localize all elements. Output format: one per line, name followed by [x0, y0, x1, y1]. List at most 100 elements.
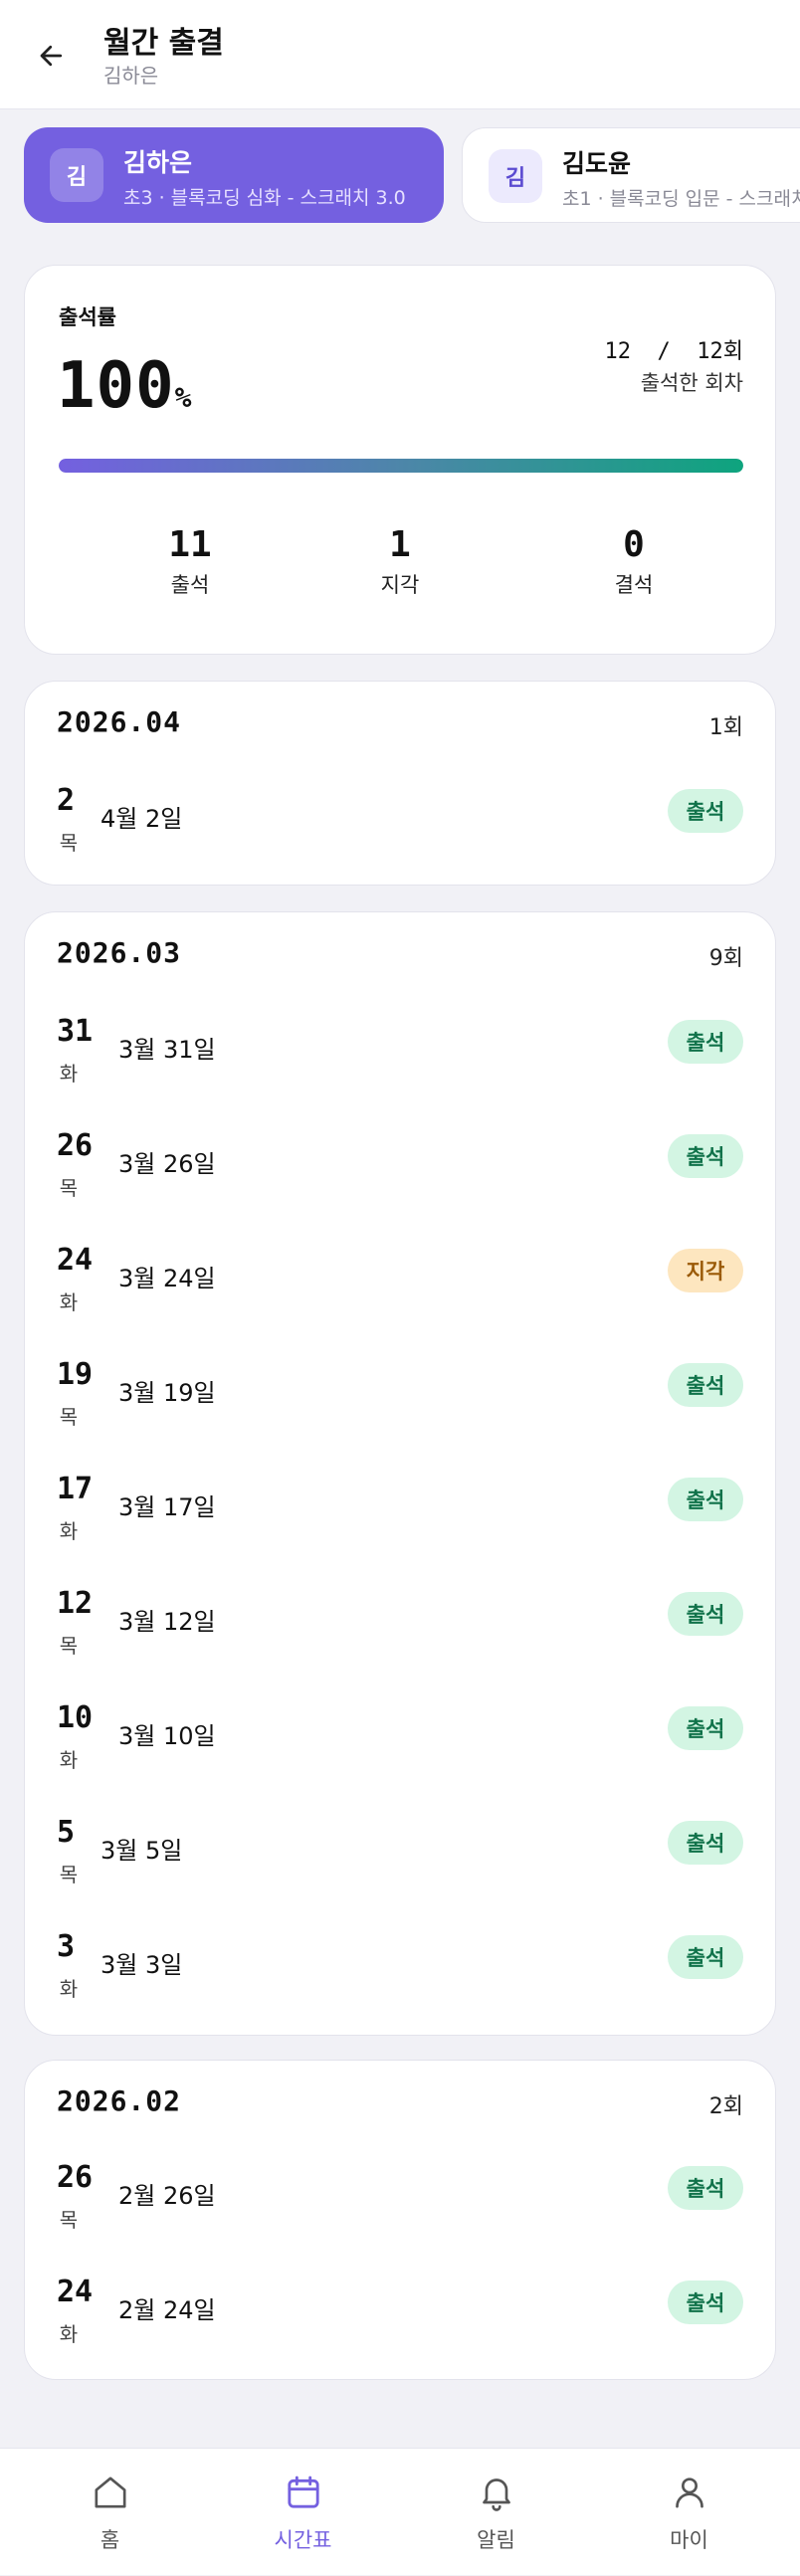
row-weekday: 화	[59, 1748, 79, 1772]
attendance-row[interactable]: 26 목 2월 26일 출석	[25, 2160, 775, 2242]
home-icon	[95, 2477, 126, 2508]
nav-label: 마이	[670, 2528, 708, 2552]
nav-home[interactable]: 홈	[10, 2449, 210, 2576]
attendance-row[interactable]: 12 목 3월 12일 출석	[25, 1586, 775, 1668]
page-title: 월간 출결	[103, 26, 224, 61]
row-date: 2월 26일	[118, 2182, 216, 2210]
back-button[interactable]	[26, 30, 78, 82]
row-date: 3월 5일	[100, 1837, 183, 1865]
row-weekday: 목	[59, 831, 79, 855]
rate-label: 출석률	[59, 305, 116, 329]
stat-present: 11 출석	[110, 524, 270, 599]
status-badge: 출석	[668, 1935, 743, 1979]
row-day: 3	[57, 1929, 76, 1964]
attendance-row[interactable]: 5 목 3월 5일 출석	[25, 1815, 775, 1896]
stat-label: 출석	[170, 573, 210, 597]
status-badge: 출석	[668, 1363, 743, 1407]
nav-notifications[interactable]: 알림	[396, 2449, 596, 2576]
month-title: 2026.04	[57, 705, 182, 738]
row-day: 10	[57, 1700, 94, 1735]
status-badge: 출석	[668, 1706, 743, 1750]
user-icon	[676, 2477, 703, 2508]
row-date: 3월 12일	[118, 1608, 216, 1636]
stat-value: 0	[623, 524, 645, 565]
attendance-row[interactable]: 3 화 3월 3일 출석	[25, 1929, 775, 2011]
status-badge: 출석	[668, 1592, 743, 1636]
student-class: 초3 · 블록코딩 심화 - 스크래치 3.0	[123, 187, 406, 209]
row-day: 26	[57, 2160, 94, 2195]
student-card[interactable]: 김 김도윤 초1 · 블록코딩 입문 - 스크래치	[462, 127, 800, 223]
attended-count: 12 / 12회	[604, 339, 743, 364]
row-weekday: 목	[59, 2208, 79, 2232]
avatar: 김	[50, 148, 103, 202]
status-badge: 지각	[668, 1249, 743, 1292]
month-title: 2026.03	[57, 936, 182, 969]
row-date: 4월 2일	[100, 805, 183, 833]
row-day: 5	[57, 1815, 76, 1850]
status-badge: 출석	[668, 2166, 743, 2210]
attendance-summary-card: 출석률 100% 12 / 12회 출석한 회차 11 출석 1 지각 0 결석	[24, 265, 776, 655]
nav-timetable[interactable]: 시간표	[203, 2449, 403, 2576]
row-weekday: 화	[59, 2322, 79, 2346]
attendance-row[interactable]: 31 화 3월 31일 출석	[25, 1014, 775, 1095]
row-day: 19	[57, 1357, 94, 1392]
status-badge: 출석	[668, 1821, 743, 1865]
row-weekday: 목	[59, 1634, 79, 1658]
month-card-2026-02: 2026.02 2회 26 목 2월 26일 출석 24 화 2월 24일 출석	[24, 2060, 776, 2380]
status-badge: 출석	[668, 2280, 743, 2324]
bottom-nav: 홈 시간표 알림 마이	[0, 2448, 800, 2575]
row-date: 3월 10일	[118, 1722, 216, 1750]
nav-my[interactable]: 마이	[589, 2449, 789, 2576]
attendance-row[interactable]: 17 화 3월 17일 출석	[25, 1472, 775, 1553]
nav-label: 홈	[100, 2528, 120, 2552]
row-date: 3월 24일	[118, 1265, 216, 1292]
stat-label: 결석	[614, 573, 654, 597]
month-title: 2026.02	[57, 2084, 182, 2117]
attendance-progress-bar	[59, 459, 743, 473]
stat-absent: 0 결석	[554, 524, 713, 599]
attendance-row[interactable]: 19 목 3월 19일 출석	[25, 1357, 775, 1439]
row-date: 3월 31일	[118, 1036, 216, 1064]
month-count: 1회	[708, 715, 743, 740]
app-header: 월간 출결 김하은	[0, 0, 800, 109]
row-weekday: 화	[59, 1290, 79, 1314]
student-class: 초1 · 블록코딩 입문 - 스크래치	[562, 188, 800, 210]
attendance-row[interactable]: 2 목 4월 2일 출석	[25, 783, 775, 865]
row-weekday: 목	[59, 1176, 79, 1200]
page-subtitle: 김하은	[103, 64, 159, 88]
row-day: 12	[57, 1586, 94, 1621]
attended-count-label: 출석한 회차	[640, 371, 743, 395]
month-count: 2회	[708, 2094, 743, 2119]
rate-unit: %	[174, 381, 193, 414]
stat-value: 1	[389, 524, 411, 565]
attendance-row[interactable]: 24 화 3월 24일 지각	[25, 1243, 775, 1324]
stat-label: 지각	[380, 573, 420, 597]
row-date: 3월 26일	[118, 1150, 216, 1178]
row-day: 31	[57, 1014, 94, 1049]
attendance-row[interactable]: 24 화 2월 24일 출석	[25, 2275, 775, 2356]
row-weekday: 목	[59, 1405, 79, 1429]
row-day: 24	[57, 2275, 94, 2309]
attendance-progress-fill	[59, 459, 743, 473]
avatar: 김	[489, 149, 542, 203]
status-badge: 출석	[668, 1134, 743, 1178]
row-day: 26	[57, 1128, 94, 1163]
rate-value: 100%	[57, 349, 192, 423]
student-name: 김하은	[123, 148, 193, 177]
row-day: 24	[57, 1243, 94, 1278]
status-badge: 출석	[668, 789, 743, 833]
row-date: 3월 3일	[100, 1951, 183, 1979]
attendance-row[interactable]: 26 목 3월 26일 출석	[25, 1128, 775, 1210]
row-weekday: 화	[59, 1977, 79, 2001]
student-name: 김도윤	[562, 149, 632, 178]
calendar-icon	[288, 2476, 319, 2508]
student-card-active[interactable]: 김 김하은 초3 · 블록코딩 심화 - 스크래치 3.0	[24, 127, 444, 223]
stat-value: 11	[168, 524, 212, 565]
month-card-2026-04: 2026.04 1회 2 목 4월 2일 출석	[24, 681, 776, 886]
nav-label: 시간표	[274, 2528, 332, 2552]
row-weekday: 화	[59, 1519, 79, 1543]
row-date: 3월 17일	[118, 1493, 216, 1521]
row-weekday: 목	[59, 1863, 79, 1886]
attendance-row[interactable]: 10 화 3월 10일 출석	[25, 1700, 775, 1782]
row-date: 3월 19일	[118, 1379, 216, 1407]
